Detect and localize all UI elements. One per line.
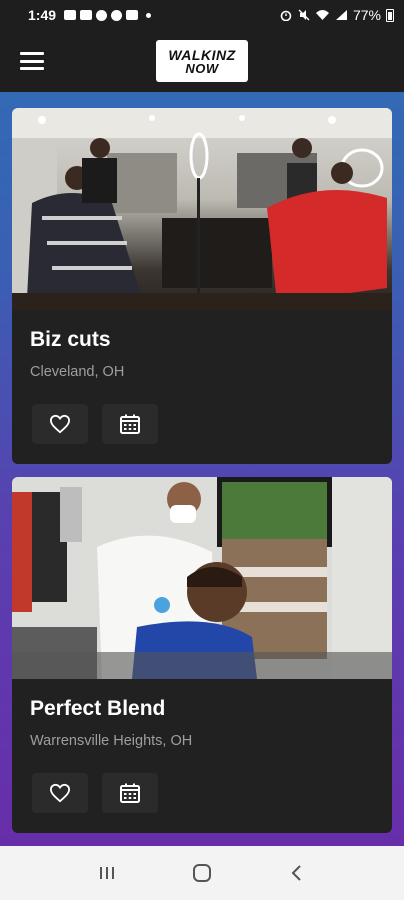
barbershop-photo-illustration <box>12 477 392 679</box>
notification-icon <box>96 9 108 21</box>
calendar-icon <box>120 414 140 434</box>
system-status: 77% <box>279 7 394 23</box>
wifi-icon <box>315 10 329 20</box>
walkinz-now-logo[interactable]: WALKINZ NOW <box>156 40 248 82</box>
book-appointment-button[interactable] <box>102 773 158 813</box>
shop-card[interactable]: Perfect Blend Warrensville Heights, OH <box>12 477 392 833</box>
notification-icon <box>126 10 139 20</box>
signal-icon <box>335 10 347 20</box>
logo-text-top: WALKINZ <box>168 46 236 63</box>
recent-apps-icon[interactable] <box>87 858 127 888</box>
logo-text-bottom: NOW <box>185 60 219 76</box>
hamburger-menu-icon[interactable] <box>20 52 44 70</box>
more-notifications-dot <box>146 12 152 18</box>
favorite-button[interactable] <box>32 404 88 444</box>
status-bar: 1:49 77% <box>0 0 404 30</box>
battery-percent: 77% <box>352 7 381 23</box>
shop-location: Cleveland, OH <box>30 364 125 380</box>
home-icon[interactable] <box>182 858 222 888</box>
heart-outline-icon <box>49 783 71 803</box>
battery-icon <box>386 8 394 22</box>
notification-icons <box>64 9 152 21</box>
app-bar: WALKINZ NOW <box>0 30 404 92</box>
shop-card[interactable]: Biz cuts Cleveland, OH <box>12 108 392 464</box>
calendar-icon <box>120 783 140 803</box>
system-navigation-bar <box>0 846 404 900</box>
notification-icon <box>111 9 123 21</box>
shop-photo <box>12 477 392 679</box>
alarm-icon <box>280 10 292 21</box>
notification-icon <box>64 10 77 20</box>
shop-name[interactable]: Perfect Blend <box>30 697 165 721</box>
back-icon[interactable] <box>277 858 317 888</box>
mute-icon <box>298 9 310 21</box>
book-appointment-button[interactable] <box>102 404 158 444</box>
shop-name[interactable]: Biz cuts <box>30 328 111 352</box>
heart-outline-icon <box>49 414 71 434</box>
barbershop-photo-illustration <box>12 108 392 310</box>
status-time: 1:49 <box>28 7 57 23</box>
shop-location: Warrensville Heights, OH <box>30 733 193 749</box>
notification-icon <box>80 10 93 20</box>
favorite-button[interactable] <box>32 773 88 813</box>
shop-photo <box>12 108 392 310</box>
